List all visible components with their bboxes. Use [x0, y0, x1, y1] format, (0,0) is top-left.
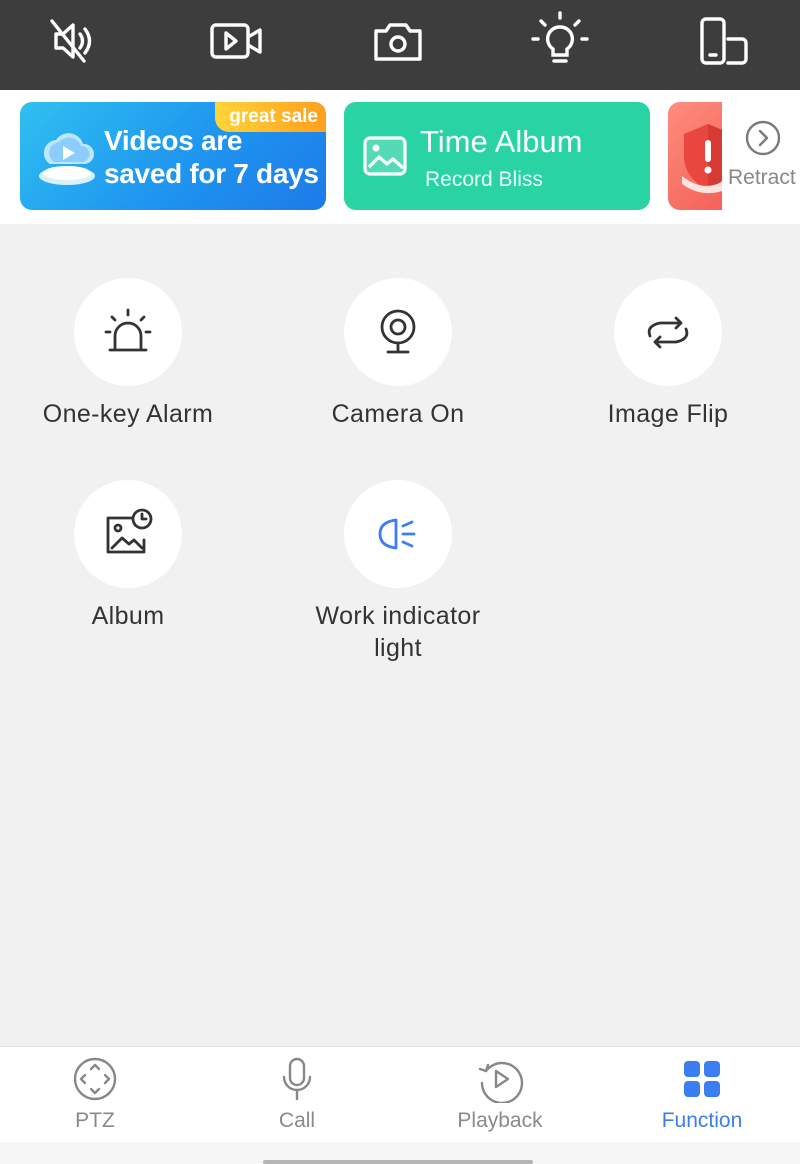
- one-key-alarm-button[interactable]: One-key Alarm: [0, 278, 258, 430]
- one-key-alarm-label: One-key Alarm: [42, 400, 214, 428]
- speaker-muted-icon: [50, 19, 92, 63]
- album-button[interactable]: Album: [0, 480, 258, 632]
- album-circle: [74, 480, 182, 588]
- cloud-banner-title: Videos are saved for 7 days: [104, 125, 319, 189]
- headlight-icon: [378, 518, 416, 550]
- camera-on-label: Camera On: [331, 400, 465, 428]
- image-icon: [363, 136, 407, 176]
- snapshot-button[interactable]: [358, 5, 438, 77]
- tab-playback-label: Playback: [457, 1109, 543, 1132]
- one-key-alarm-circle: [74, 278, 182, 386]
- tab-call-label: Call: [278, 1109, 316, 1132]
- live-toolbar: [0, 0, 800, 90]
- tab-ptz-label: PTZ: [75, 1109, 115, 1132]
- camera-on-button[interactable]: Camera On: [268, 278, 528, 430]
- album-label: Album: [91, 602, 165, 630]
- album-clock-icon: [106, 508, 153, 554]
- promo-banner-strip: Videos are saved for 7 days great sale T…: [0, 90, 800, 224]
- image-flip-label: Image Flip: [607, 400, 729, 428]
- sale-badge: great sale: [215, 102, 326, 132]
- cloud-storage-banner[interactable]: Videos are saved for 7 days great sale: [20, 102, 326, 210]
- image-flip-button[interactable]: Image Flip: [538, 278, 798, 430]
- microphone-icon: [282, 1057, 312, 1101]
- camera-icon: [374, 23, 422, 61]
- chevron-right-circle-icon: [745, 120, 781, 156]
- time-album-subtitle: Record Bliss: [425, 168, 543, 191]
- tab-call[interactable]: Call: [197, 1047, 397, 1143]
- image-flip-circle: [614, 278, 722, 386]
- tab-function-label: Function: [661, 1109, 743, 1132]
- work-indicator-light-circle: [344, 480, 452, 588]
- time-album-banner[interactable]: Time Album Record Bliss: [344, 102, 650, 210]
- retract-label: Retract: [728, 166, 796, 189]
- mute-button[interactable]: [34, 5, 114, 77]
- light-button[interactable]: [520, 5, 600, 77]
- video-record-icon: [210, 23, 262, 59]
- tab-ptz[interactable]: PTZ: [0, 1047, 195, 1143]
- work-indicator-light-label: Work indicator light: [315, 602, 481, 662]
- home-indicator: [263, 1160, 533, 1164]
- grid-icon: [684, 1061, 720, 1097]
- webcam-icon: [380, 309, 416, 354]
- lightbulb-icon: [531, 11, 589, 63]
- record-button[interactable]: [196, 5, 276, 77]
- phone-rotate-icon: [700, 17, 748, 65]
- playback-icon: [478, 1061, 524, 1105]
- bottom-tab-bar: PTZ Call Playback Function: [0, 1046, 800, 1142]
- cloud-video-icon: [39, 133, 95, 185]
- tab-playback[interactable]: Playback: [400, 1047, 600, 1143]
- camera-on-circle: [344, 278, 452, 386]
- retract-button[interactable]: Retract: [722, 90, 800, 224]
- siren-icon: [104, 308, 152, 352]
- flip-rotate-icon: [647, 316, 689, 349]
- ptz-direction-icon: [73, 1057, 117, 1101]
- tab-function[interactable]: Function: [602, 1047, 800, 1143]
- work-indicator-light-button[interactable]: Work indicator light: [268, 480, 528, 664]
- screen-rotate-button[interactable]: [682, 5, 762, 77]
- time-album-title: Time Album: [420, 124, 583, 159]
